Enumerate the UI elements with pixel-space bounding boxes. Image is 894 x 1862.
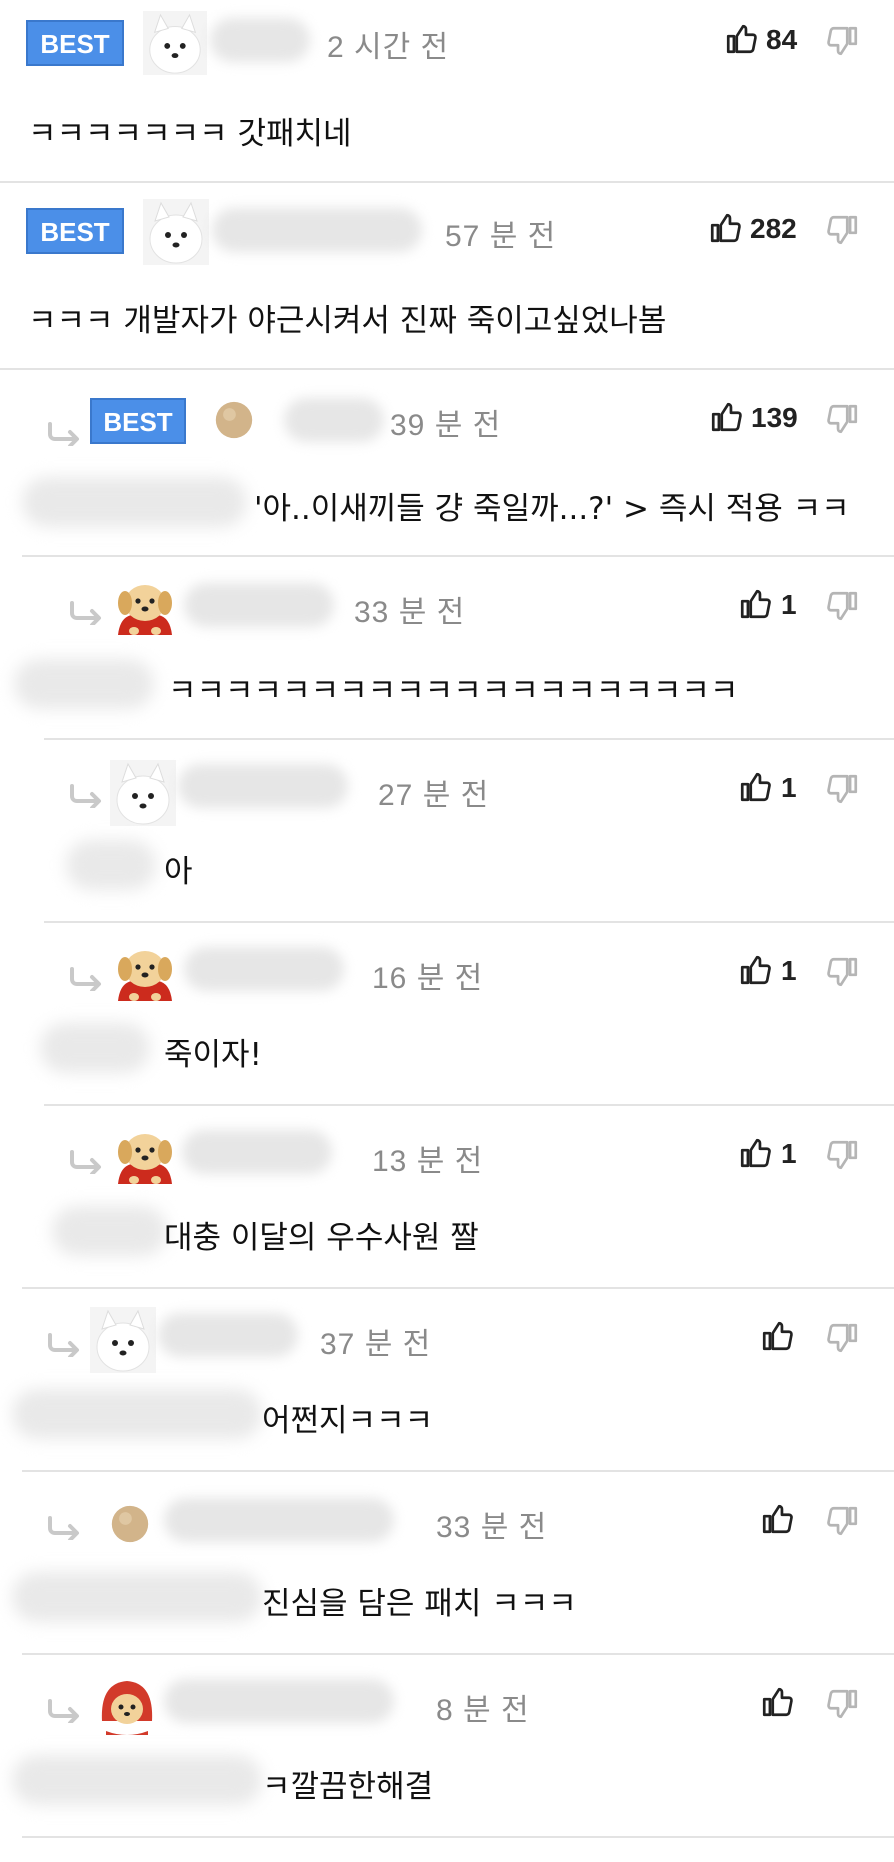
comment-item: 33 분 전 1 ㅋㅋㅋㅋㅋㅋㅋㅋㅋㅋㅋㅋㅋㅋㅋㅋㅋㅋㅋㅋ	[14, 557, 894, 740]
comment-text: '아..이새끼들 걍 죽일까...?' > 즉시 적용 ㅋㅋ	[254, 491, 850, 527]
samoyed-avatar[interactable]	[143, 10, 207, 76]
comment-text: 대충 이달의 우수사원 짤	[164, 1220, 479, 1256]
thumbs-down-icon[interactable]	[826, 1504, 860, 1538]
samoyed-avatar[interactable]	[110, 760, 176, 826]
like-count: 84	[766, 24, 798, 55]
like-count: 139	[751, 402, 798, 433]
comment-time: 39 분 전	[390, 409, 502, 442]
comment-text: ㅋㅋㅋㅋㅋㅋㅋㅋㅋㅋㅋㅋㅋㅋㅋㅋㅋㅋㅋㅋ	[168, 673, 739, 709]
comment-item: 27 분 전 1 아	[44, 740, 894, 923]
tan-circle-avatar[interactable]	[204, 390, 264, 450]
comment-time: 37 분 전	[320, 1328, 432, 1361]
comment-item: BEST 2 시간 전 84 ㅋㅋㅋㅋㅋㅋㅋ 갓패치네	[0, 0, 894, 183]
thumbs-down-icon[interactable]	[826, 772, 860, 806]
reply-arrow-icon	[46, 1699, 82, 1723]
comment-item: BEST 57 분 전 282 ㅋㅋㅋ 개발자가 야근시켜서 진짜 죽이고싶었나…	[0, 183, 894, 370]
comment-item: 16 분 전 1 죽이자!	[40, 923, 894, 1106]
username-blurred[interactable]	[184, 583, 334, 627]
username-blurred[interactable]	[284, 398, 384, 442]
best-badge: BEST	[26, 208, 124, 254]
thumbs-up-icon[interactable]	[760, 1319, 794, 1353]
text-blurred	[12, 1389, 262, 1439]
like-count: 1	[781, 772, 797, 803]
text-blurred	[40, 1023, 150, 1073]
reply-arrow-icon	[68, 1150, 104, 1174]
comment-text: 아	[164, 854, 193, 890]
thumbs-down-icon[interactable]	[826, 1138, 860, 1172]
comment-item: 13 분 전 1 대충 이달의 우수사원 짤	[22, 1106, 894, 1289]
reply-arrow-icon	[68, 967, 104, 991]
comment-text: 어쩐지ㅋㅋㅋ	[262, 1403, 434, 1439]
comment-text: ㅋㅋㅋㅋㅋㅋㅋ 갓패치네	[28, 116, 352, 152]
thumbs-down-icon[interactable]	[826, 213, 860, 247]
username-blurred[interactable]	[210, 18, 310, 62]
like-count: 282	[750, 213, 797, 244]
samoyed-avatar[interactable]	[90, 1307, 156, 1373]
thumbs-up-icon[interactable]	[738, 953, 772, 987]
username-blurred[interactable]	[182, 1130, 332, 1174]
comment-time: 33 분 전	[436, 1511, 548, 1544]
best-badge: BEST	[90, 398, 186, 444]
comment-time: 16 분 전	[372, 962, 484, 995]
comment-time: 8 분 전	[436, 1694, 530, 1727]
puppy-cape-avatar[interactable]	[112, 941, 178, 1007]
thumbs-up-icon[interactable]	[709, 400, 743, 434]
comment-item: 8 분 전 ㅋ깔끔한해결	[12, 1655, 894, 1838]
username-blurred[interactable]	[212, 208, 422, 252]
thumbs-up-icon[interactable]	[760, 1502, 794, 1536]
like-count: 1	[781, 1138, 797, 1169]
samoyed-avatar[interactable]	[143, 199, 209, 265]
puppy-cape-avatar[interactable]	[112, 575, 178, 641]
like-count: 1	[781, 955, 797, 986]
puppy-cape-avatar[interactable]	[112, 1124, 178, 1190]
best-badge: BEST	[26, 20, 124, 66]
comment-item: 37 분 전 어쩐지ㅋㅋㅋ	[12, 1289, 894, 1472]
comment-time: 27 분 전	[378, 779, 490, 812]
comment-text: ㅋㅋㅋ 개발자가 야근시켜서 진짜 죽이고싶었나봄	[28, 303, 667, 339]
thumbs-up-icon[interactable]	[760, 1685, 794, 1719]
reply-arrow-icon	[68, 784, 104, 808]
thumbs-up-icon[interactable]	[738, 770, 772, 804]
thumbs-down-icon[interactable]	[826, 955, 860, 989]
comment-item: 33 분 전 진심을 담은 패치 ㅋㅋㅋ	[12, 1472, 894, 1655]
username-blurred[interactable]	[184, 947, 344, 991]
thumbs-up-icon[interactable]	[708, 211, 742, 245]
text-blurred	[22, 477, 247, 527]
thumbs-down-icon[interactable]	[826, 1687, 860, 1721]
comment-time: 57 분 전	[445, 220, 557, 253]
username-blurred[interactable]	[178, 764, 348, 808]
text-blurred	[12, 1755, 262, 1805]
comment-text: ㅋ깔끔한해결	[262, 1769, 434, 1805]
tan-circle-avatar[interactable]	[100, 1494, 160, 1554]
text-blurred	[12, 1572, 262, 1622]
username-blurred[interactable]	[158, 1313, 298, 1357]
thumbs-down-icon[interactable]	[826, 24, 860, 58]
comment-item: BEST 39 분 전 139 '아..이새끼들 걍 죽일까...?' > 즉시…	[22, 370, 894, 557]
username-blurred[interactable]	[164, 1498, 394, 1542]
reply-arrow-icon	[46, 1516, 82, 1540]
reply-arrow-icon	[68, 601, 104, 625]
comment-time: 13 분 전	[372, 1145, 484, 1178]
like-count: 1	[781, 589, 797, 620]
comment-time: 33 분 전	[354, 596, 466, 629]
thumbs-up-icon[interactable]	[724, 22, 758, 56]
text-blurred	[14, 659, 154, 709]
thumbs-up-icon[interactable]	[738, 1136, 772, 1170]
text-blurred	[66, 840, 156, 890]
comment-text: 진심을 담은 패치 ㅋㅋㅋ	[262, 1586, 577, 1622]
text-blurred	[52, 1206, 167, 1256]
comment-text: 죽이자!	[164, 1037, 262, 1073]
thumbs-up-icon[interactable]	[738, 587, 772, 621]
thumbs-down-icon[interactable]	[826, 402, 860, 436]
reply-arrow-icon	[46, 422, 82, 446]
comment-time: 2 시간 전	[327, 31, 450, 64]
puppy-hood-avatar[interactable]	[94, 1673, 160, 1739]
username-blurred[interactable]	[164, 1679, 394, 1723]
reply-arrow-icon	[46, 1333, 82, 1357]
thumbs-down-icon[interactable]	[826, 589, 860, 623]
thumbs-down-icon[interactable]	[826, 1321, 860, 1355]
